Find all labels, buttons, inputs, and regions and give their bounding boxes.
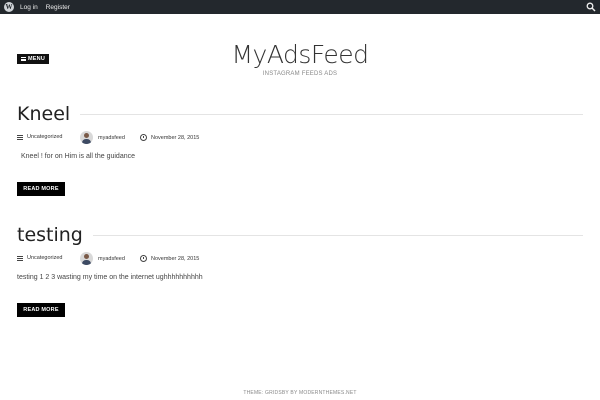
post-author[interactable]: myadsfeed [80, 131, 125, 144]
register-link[interactable]: Register [46, 4, 70, 11]
search-icon[interactable] [586, 2, 596, 12]
category-label: Uncategorized [27, 134, 63, 140]
post-date: November 28, 2015 [140, 134, 199, 141]
clock-icon [140, 255, 147, 262]
post-category[interactable]: Uncategorized [17, 255, 62, 261]
author-name: myadsfeed [98, 134, 125, 141]
avatar [80, 131, 93, 144]
date-label: November 28, 2015 [151, 255, 200, 262]
login-link[interactable]: Log in [20, 4, 38, 11]
post-card: Kneel Uncategorized myadsfeed November 2… [17, 103, 583, 196]
read-more-button[interactable]: READ MORE [17, 303, 65, 317]
list-icon [17, 255, 23, 261]
site-description: INSTAGRAM FEEDS ADS [262, 71, 338, 77]
post-author[interactable]: myadsfeed [80, 252, 125, 265]
post-title[interactable]: testing [17, 224, 83, 246]
read-more-button[interactable]: READ MORE [17, 182, 65, 196]
author-name: myadsfeed [98, 255, 125, 262]
post-excerpt: testing 1 2 3 wasting my time on the int… [17, 274, 203, 281]
post-card: testing Uncategorized myadsfeed November… [17, 224, 583, 317]
avatar [80, 252, 93, 265]
hamburger-icon [21, 57, 26, 61]
title-divider [92, 234, 583, 236]
menu-button[interactable]: MENU [17, 54, 49, 64]
footer-credit[interactable]: THEME: GRIDSBY BY MODERNTHEMES.NET [0, 390, 600, 396]
post-meta: Uncategorized myadsfeed November 28, 201… [17, 252, 583, 266]
date-label: November 28, 2015 [151, 134, 200, 141]
site-title[interactable]: MyAdsFeed [200, 40, 400, 69]
list-icon [17, 134, 23, 140]
post-title[interactable]: Kneel [17, 103, 70, 125]
title-divider [80, 113, 583, 115]
post-meta: Uncategorized myadsfeed November 28, 201… [17, 131, 583, 145]
menu-button-label: MENU [28, 56, 45, 62]
post-excerpt: Kneel ! for on Him is all the guidance [21, 153, 136, 160]
post-category[interactable]: Uncategorized [17, 134, 62, 140]
category-label: Uncategorized [27, 255, 63, 261]
clock-icon [140, 134, 147, 141]
wordpress-logo-icon[interactable]: W [4, 2, 14, 12]
admin-bar: W Log in Register [0, 0, 600, 14]
post-date: November 28, 2015 [140, 255, 199, 262]
